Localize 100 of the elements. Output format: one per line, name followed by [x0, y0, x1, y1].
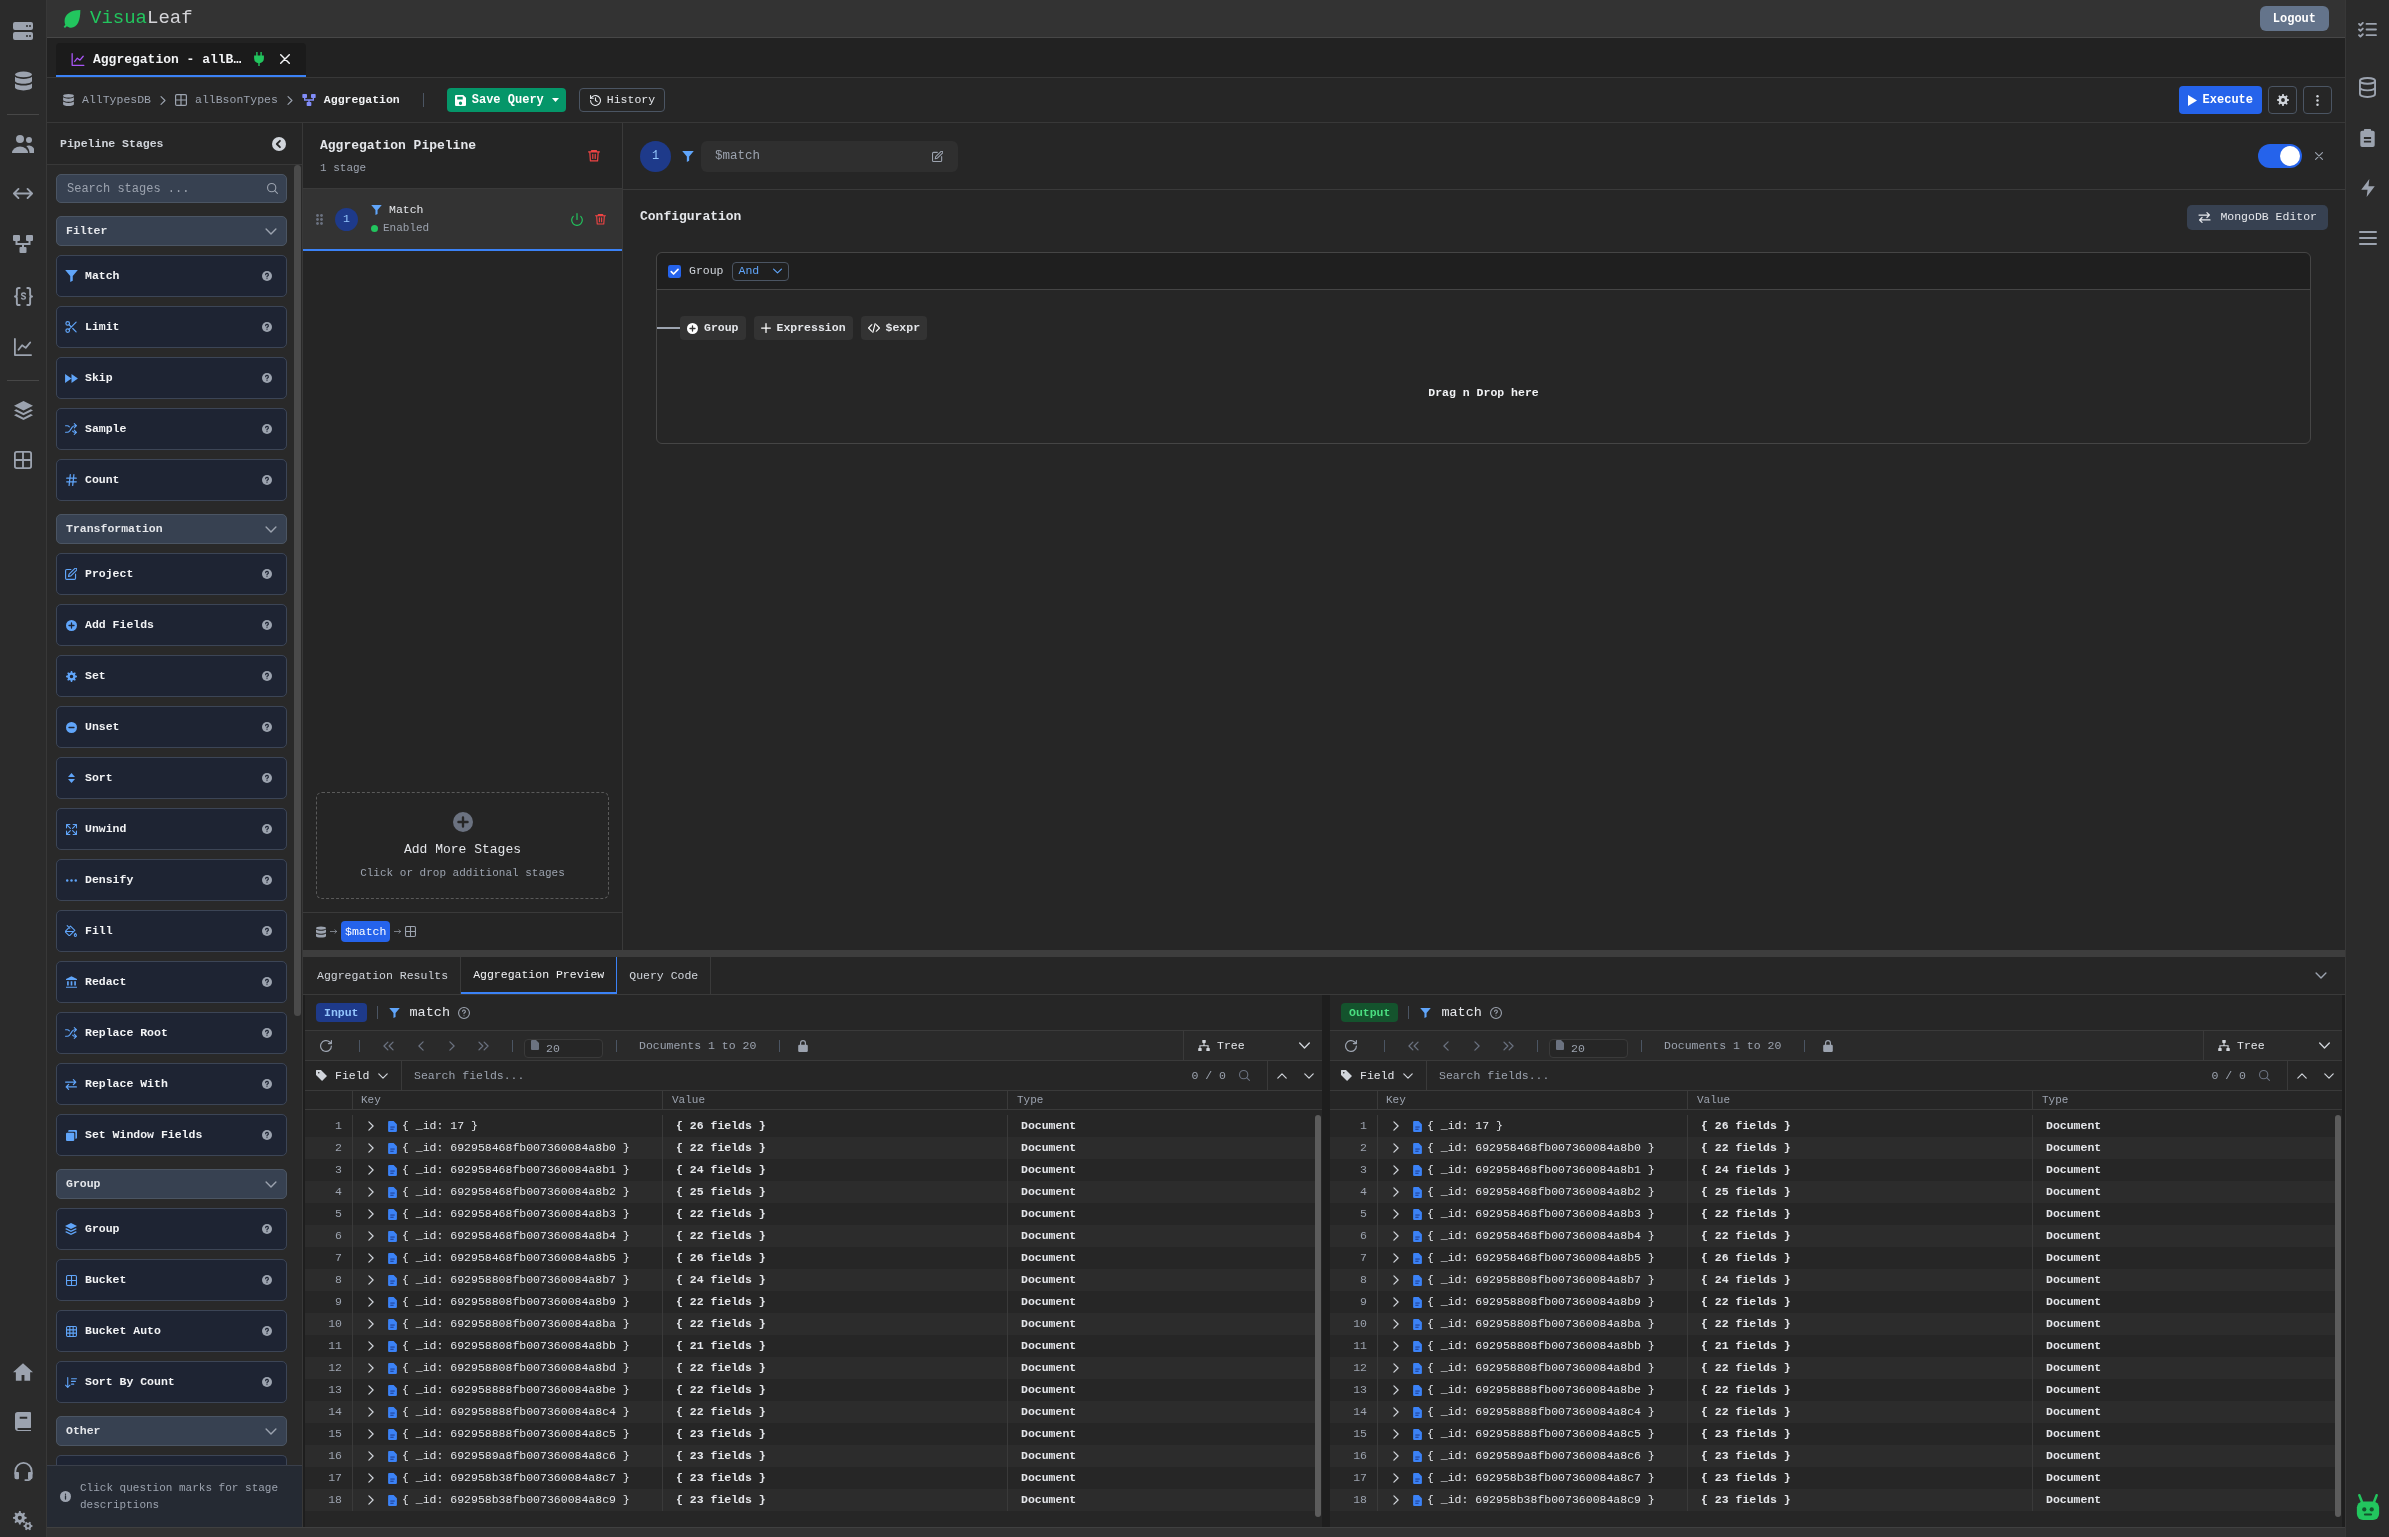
arrows-left-right-icon[interactable] [13, 188, 33, 199]
braces-icon[interactable] [13, 287, 33, 306]
checkbox[interactable] [668, 264, 681, 278]
history-button[interactable]: History [578, 88, 666, 112]
help-icon[interactable] [262, 1326, 272, 1336]
resize-handle[interactable] [303, 950, 2345, 957]
stage-card[interactable]: Sort [56, 757, 287, 799]
help-icon[interactable] [262, 1275, 272, 1285]
breadcrumb-link[interactable]: AllTypesDB [63, 94, 151, 106]
field-select[interactable]: Field [305, 1061, 402, 1090]
refresh-icon[interactable] [320, 1039, 332, 1052]
category-header[interactable]: Filter [56, 216, 287, 246]
search-icon[interactable] [2259, 1070, 2270, 1081]
database-icon[interactable] [14, 71, 32, 91]
home-icon[interactable] [13, 1363, 33, 1381]
table-row[interactable]: 16 { _id: 6929589a8fb007360084a8c6 } { 23 fields } Document [1330, 1445, 2335, 1467]
server-icon[interactable] [13, 22, 33, 40]
line-chart-icon[interactable] [14, 338, 32, 356]
double-chevron-right-icon[interactable] [478, 1040, 489, 1051]
table-row[interactable]: 14 { _id: 692958888fb007360084a8c4 } { 22 fields } Document [1330, 1401, 2335, 1423]
edit-icon[interactable] [932, 150, 943, 162]
lock-icon[interactable] [798, 1039, 809, 1052]
lock-icon[interactable] [1823, 1039, 1834, 1052]
help-icon[interactable] [262, 569, 272, 579]
stage-card[interactable]: Sample [56, 408, 287, 450]
add-rule-button[interactable]: Group [680, 316, 746, 340]
table-icon[interactable] [14, 451, 32, 469]
help-icon[interactable] [262, 824, 272, 834]
help-icon[interactable] [262, 322, 272, 332]
breadcrumb-link[interactable]: Aggregation [301, 94, 400, 106]
help-icon[interactable] [262, 1377, 272, 1387]
add-stage-dropzone[interactable]: Add More Stages Click or drop additional stages [316, 792, 609, 899]
network-icon[interactable] [13, 235, 33, 253]
list-check-icon[interactable] [2358, 22, 2377, 38]
chevron-left-icon[interactable] [1443, 1040, 1449, 1051]
results-tab[interactable]: Aggregation Preview [461, 957, 618, 994]
table-row[interactable]: 6 { _id: 692958468fb007360084a8b4 } { 22 fields } Document [1330, 1225, 2335, 1247]
help-icon[interactable] [262, 424, 272, 434]
table-row[interactable]: 4 { _id: 692958468fb007360084a8b2 } { 25 fields } Document [305, 1181, 1315, 1203]
help-icon[interactable] [262, 773, 272, 783]
trash-icon[interactable] [595, 213, 606, 225]
table-row[interactable]: 18 { _id: 692958b38fb007360084a8c9 } { 23 fields } Document [1330, 1489, 2335, 1511]
scrollbar[interactable] [2335, 1115, 2341, 1517]
flow-stage-badge[interactable]: $match [341, 921, 391, 942]
results-tab[interactable]: Query Code [617, 957, 712, 994]
help-icon[interactable] [262, 977, 272, 987]
stage-card[interactable]: Replace With [56, 1063, 287, 1105]
double-chevron-left-icon[interactable] [1408, 1040, 1419, 1051]
stage-card[interactable]: Redact [56, 961, 287, 1003]
table-row[interactable]: 16 { _id: 6929589a8fb007360084a8c6 } { 23 fields } Document [305, 1445, 1315, 1467]
help-icon[interactable] [262, 722, 272, 732]
stage-card[interactable]: Unset [56, 706, 287, 748]
table-row[interactable]: 4 { _id: 692958468fb007360084a8b2 } { 25 fields } Document [1330, 1181, 2335, 1203]
help-icon[interactable] [262, 475, 272, 485]
table-row[interactable]: 8 { _id: 692958808fb007360084a8b7 } { 24 fields } Document [305, 1269, 1315, 1291]
table-row[interactable]: 12 { _id: 692958808fb007360084a8bd } { 22 fields } Document [1330, 1357, 2335, 1379]
chevron-left-icon[interactable] [418, 1040, 424, 1051]
help-icon[interactable] [262, 875, 272, 885]
help-icon[interactable] [262, 1079, 272, 1089]
stage-card[interactable]: Match [56, 255, 287, 297]
logout-button[interactable]: Logout [2259, 6, 2329, 31]
stage-card[interactable]: Fill [56, 910, 287, 952]
grip-icon[interactable] [316, 213, 323, 225]
table-row[interactable]: 18 { _id: 692958b38fb007360084a8c9 } { 23 fields } Document [305, 1489, 1315, 1511]
double-chevron-right-icon[interactable] [1503, 1040, 1514, 1051]
stage-card[interactable]: Unwind [56, 808, 287, 850]
menu-icon[interactable] [2358, 231, 2377, 245]
stage-card[interactable]: Project [56, 553, 287, 595]
table-row[interactable]: 10 { _id: 692958808fb007360084a8ba } { 22 fields } Document [1330, 1313, 2335, 1335]
help-icon[interactable] [262, 373, 272, 383]
help-icon[interactable] [262, 1028, 272, 1038]
stage-card[interactable]: Replace Root [56, 1012, 287, 1054]
table-row[interactable]: 8 { _id: 692958808fb007360084a8b7 } { 24 fields } Document [1330, 1269, 2335, 1291]
stage-card[interactable]: Add Fields [56, 604, 287, 646]
help-icon[interactable] [458, 1006, 471, 1019]
stage-card[interactable]: Densify [56, 859, 287, 901]
table-row[interactable]: 14 { _id: 692958888fb007360084a8c4 } { 22 fields } Document [305, 1401, 1315, 1423]
save-query-button[interactable]: Save Query [446, 88, 566, 112]
stage-card[interactable]: Set [56, 655, 287, 697]
execute-button[interactable]: Execute [2178, 86, 2262, 114]
scrollbar[interactable] [1315, 1115, 1321, 1517]
double-chevron-left-icon[interactable] [383, 1040, 394, 1051]
headset-icon[interactable] [13, 1462, 33, 1481]
search-field[interactable]: Search stages ... [56, 174, 287, 203]
help-icon[interactable] [262, 1224, 272, 1234]
database-icon[interactable] [2359, 77, 2376, 98]
help-icon[interactable] [262, 671, 272, 681]
stage-card[interactable]: Sort By Count [56, 1361, 287, 1403]
settings-button[interactable] [2268, 86, 2297, 114]
help-icon[interactable] [262, 926, 272, 936]
power-icon[interactable] [571, 212, 583, 226]
stage-name-field[interactable]: $match [701, 140, 958, 172]
gears-icon[interactable] [13, 1511, 33, 1531]
more-button[interactable] [2303, 86, 2332, 114]
help-icon[interactable] [262, 271, 272, 281]
stage-card[interactable]: Limit [56, 306, 287, 348]
chevron-down-icon[interactable] [2315, 972, 2327, 979]
stage-card[interactable]: Group [56, 1208, 287, 1250]
close-icon[interactable] [2315, 152, 2323, 160]
stage-card[interactable]: Bucket [56, 1259, 287, 1301]
